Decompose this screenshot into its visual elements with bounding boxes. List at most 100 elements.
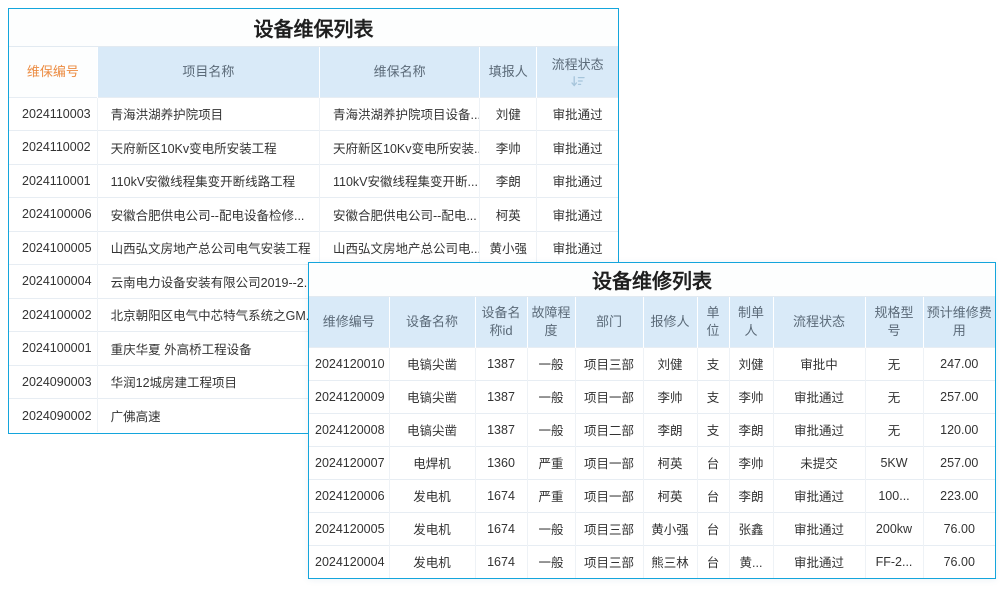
cell-creator[interactable]: 刘健: [729, 347, 773, 380]
table-row[interactable]: 2024120009电镐尖凿1387一般项目一部李帅支李帅审批通过无257.00: [309, 380, 995, 413]
cell-dept: 项目一部: [575, 446, 643, 479]
table-row[interactable]: 2024120010电镐尖凿1387一般项目三部刘健支刘健审批中无247.00: [309, 347, 995, 380]
table-row[interactable]: 2024120008电镐尖凿1387一般项目二部李朗支李朗审批通过无120.00: [309, 413, 995, 446]
table-row[interactable]: 2024110003青海洪湖养护院项目青海洪湖养护院项目设备...刘健审批通过: [9, 97, 618, 131]
cell-device[interactable]: 发电机: [389, 512, 475, 545]
repair-table-title: 设备维修列表: [309, 263, 995, 297]
cell-id[interactable]: 2024090003: [9, 365, 97, 399]
cell-device[interactable]: 电镐尖凿: [389, 380, 475, 413]
column-label: 流程状态: [793, 314, 845, 329]
cell-reporter[interactable]: 熊三林: [643, 545, 697, 578]
cell-id[interactable]: 2024120008: [309, 413, 389, 446]
cell-creator[interactable]: 黄...: [729, 545, 773, 578]
cell-name[interactable]: 山西弘文房地产总公司电...: [320, 231, 480, 265]
table-row[interactable]: 2024110002天府新区10Kv变电所安装工程天府新区10Kv变电所安装..…: [9, 131, 618, 165]
cell-id[interactable]: 2024120007: [309, 446, 389, 479]
cell-reporter[interactable]: 柯英: [643, 479, 697, 512]
cell-status: 审批通过: [773, 479, 865, 512]
cell-dept: 项目三部: [575, 545, 643, 578]
cell-project[interactable]: 安徽合肥供电公司--配电设备检修...: [97, 198, 319, 232]
column-label: 设备名称id: [481, 305, 520, 338]
cell-project[interactable]: 山西弘文房地产总公司电气安装工程: [97, 231, 319, 265]
cell-status: 审批通过: [773, 413, 865, 446]
cell-project[interactable]: 110kV安徽线程集变开断线路工程: [97, 164, 319, 198]
table-row[interactable]: 2024120006发电机1674严重项目一部柯英台李朗审批通过100...22…: [309, 479, 995, 512]
cell-cost: 247.00: [923, 347, 995, 380]
cell-id[interactable]: 2024100001: [9, 332, 97, 366]
cell-spec: 5KW: [865, 446, 923, 479]
column-label: 维保编号: [27, 64, 79, 79]
cell-reporter[interactable]: 李帅: [480, 131, 537, 165]
maintenance-header-status[interactable]: 流程状态: [537, 47, 618, 97]
cell-name[interactable]: 安徽合肥供电公司--配电...: [320, 198, 480, 232]
cell-cost: 76.00: [923, 512, 995, 545]
cell-unit: 台: [697, 512, 729, 545]
cell-device_id: 1674: [475, 512, 527, 545]
cell-status: 审批通过: [773, 545, 865, 578]
cell-creator[interactable]: 李帅: [729, 446, 773, 479]
cell-id[interactable]: 2024120010: [309, 347, 389, 380]
cell-project[interactable]: 华润12城房建工程项目: [97, 365, 319, 399]
repair-header-spec: 规格型号: [865, 297, 923, 347]
cell-name[interactable]: 110kV安徽线程集变开断...: [320, 164, 480, 198]
cell-reporter[interactable]: 李朗: [643, 413, 697, 446]
cell-id[interactable]: 2024090002: [9, 399, 97, 433]
cell-reporter[interactable]: 李帅: [643, 380, 697, 413]
cell-reporter[interactable]: 刘健: [643, 347, 697, 380]
maintenance-header-project: 项目名称: [97, 47, 319, 97]
cell-device_id: 1387: [475, 380, 527, 413]
cell-status: 审批中: [773, 347, 865, 380]
cell-creator[interactable]: 张鑫: [729, 512, 773, 545]
cell-reporter[interactable]: 李朗: [480, 164, 537, 198]
cell-id[interactable]: 2024100002: [9, 298, 97, 332]
cell-project[interactable]: 天府新区10Kv变电所安装工程: [97, 131, 319, 165]
cell-reporter[interactable]: 柯英: [643, 446, 697, 479]
cell-id[interactable]: 2024120004: [309, 545, 389, 578]
repair-header-device_id: 设备名称id: [475, 297, 527, 347]
cell-id[interactable]: 2024100004: [9, 265, 97, 299]
cell-project[interactable]: 云南电力设备安装有限公司2019--2...: [97, 265, 319, 299]
cell-device[interactable]: 电镐尖凿: [389, 413, 475, 446]
cell-status: 审批通过: [537, 97, 618, 131]
cell-reporter[interactable]: 黄小强: [643, 512, 697, 545]
table-row[interactable]: 2024100005山西弘文房地产总公司电气安装工程山西弘文房地产总公司电...…: [9, 231, 618, 265]
cell-unit: 支: [697, 413, 729, 446]
cell-reporter[interactable]: 黄小强: [480, 231, 537, 265]
cell-creator[interactable]: 李朗: [729, 413, 773, 446]
cell-severity: 严重: [527, 479, 575, 512]
cell-reporter[interactable]: 柯英: [480, 198, 537, 232]
column-label: 设备名称: [406, 314, 458, 329]
cell-project[interactable]: 青海洪湖养护院项目: [97, 97, 319, 131]
cell-dept: 项目二部: [575, 413, 643, 446]
cell-name[interactable]: 青海洪湖养护院项目设备...: [320, 97, 480, 131]
cell-dept: 项目三部: [575, 347, 643, 380]
cell-device[interactable]: 发电机: [389, 545, 475, 578]
cell-id[interactable]: 2024120006: [309, 479, 389, 512]
cell-id[interactable]: 2024120005: [309, 512, 389, 545]
cell-status: 审批通过: [537, 131, 618, 165]
cell-device[interactable]: 电焊机: [389, 446, 475, 479]
repair-header-unit: 单位: [697, 297, 729, 347]
cell-id[interactable]: 2024100005: [9, 231, 97, 265]
table-row[interactable]: 2024100006安徽合肥供电公司--配电设备检修...安徽合肥供电公司--配…: [9, 198, 618, 232]
cell-creator[interactable]: 李帅: [729, 380, 773, 413]
cell-id[interactable]: 2024100006: [9, 198, 97, 232]
cell-severity: 一般: [527, 347, 575, 380]
table-row[interactable]: 2024120004发电机1674一般项目三部熊三林台黄...审批通过FF-2.…: [309, 545, 995, 578]
cell-creator[interactable]: 李朗: [729, 479, 773, 512]
cell-name[interactable]: 天府新区10Kv变电所安装...: [320, 131, 480, 165]
cell-id[interactable]: 2024110001: [9, 164, 97, 198]
table-row[interactable]: 2024110001110kV安徽线程集变开断线路工程110kV安徽线程集变开断…: [9, 164, 618, 198]
cell-project[interactable]: 重庆华夏 外高桥工程设备: [97, 332, 319, 366]
table-row[interactable]: 2024120005发电机1674一般项目三部黄小强台张鑫审批通过200kw76…: [309, 512, 995, 545]
cell-id[interactable]: 2024110003: [9, 97, 97, 131]
cell-device[interactable]: 发电机: [389, 479, 475, 512]
cell-id[interactable]: 2024110002: [9, 131, 97, 165]
cell-project[interactable]: 北京朝阳区电气中芯特气系统之GM...: [97, 298, 319, 332]
cell-project[interactable]: 广佛高速: [97, 399, 319, 433]
cell-id[interactable]: 2024120009: [309, 380, 389, 413]
cell-device[interactable]: 电镐尖凿: [389, 347, 475, 380]
table-row[interactable]: 2024120007电焊机1360严重项目一部柯英台李帅未提交5KW257.00: [309, 446, 995, 479]
column-label: 项目名称: [182, 64, 234, 79]
cell-reporter[interactable]: 刘健: [480, 97, 537, 131]
